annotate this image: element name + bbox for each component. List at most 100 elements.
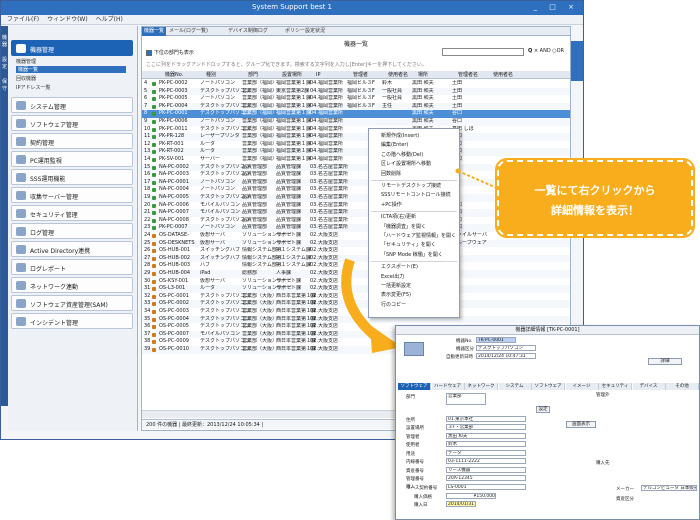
context-menu-item[interactable]: 「ハードウェア監視情報」を開く	[381, 232, 456, 239]
display-button[interactable]: 画面表示	[566, 421, 596, 428]
column-header[interactable]: 機器No.	[165, 71, 183, 78]
detail-field-value[interactable]: データ	[446, 449, 526, 456]
table-row[interactable]: 8 PK-PC-0001 デスクトップパソコン 営業部（福岡） 福岡営業第１課 04.福岡…	[142, 110, 570, 118]
column-header[interactable]: 管理者名	[458, 71, 478, 78]
sub-item-1[interactable]: 回収機器	[16, 75, 36, 82]
sidebar-item-11[interactable]: ネットワーク連動	[11, 277, 133, 293]
sidebar-item-7[interactable]: セキュリティ管理	[11, 205, 133, 221]
context-menu-item[interactable]: 区レイ設置場所へ移動	[381, 160, 431, 167]
context-menu-item[interactable]: リモートデスクトップ接続	[381, 182, 441, 189]
sidebar-item-3[interactable]: 契約管理	[11, 133, 133, 149]
tab-device-control-log[interactable]: デバイス制御ログ	[226, 27, 282, 36]
detail-field-value[interactable]: 鈴木	[446, 441, 526, 447]
column-header[interactable]: 使用者名	[493, 71, 513, 78]
sidebar-item-9[interactable]: Active Directory連携	[11, 241, 133, 257]
device-no-field[interactable]: TK-PC-0001	[476, 337, 516, 343]
sidebar-item-12[interactable]: ソフトウェア資産管理(SAM)	[11, 295, 133, 311]
column-header[interactable]: 管理者	[353, 71, 368, 78]
tab-policy-status[interactable]: ポリシー設定状況	[283, 27, 343, 36]
table-cell: 37	[144, 330, 151, 337]
menu-help[interactable]: ヘルプ(H)	[96, 16, 123, 23]
detail-tab-5[interactable]: イメージ	[565, 383, 599, 390]
sidebar-item-5[interactable]: SSS運用機能	[11, 169, 133, 185]
detail-tab-6[interactable]: セキュリティ	[599, 383, 632, 390]
sub-item-2[interactable]: IPアドレス一覧	[16, 84, 51, 91]
detail-tab-7[interactable]: デバイス	[632, 383, 666, 390]
detail-tab-1[interactable]: ハードウェア	[431, 383, 465, 390]
detail-button[interactable]: 詳細	[648, 358, 682, 365]
context-menu-item[interactable]: 新規作成(Insert)	[381, 132, 419, 139]
column-header[interactable]: 種別	[206, 71, 216, 78]
search-mode[interactable]: AND ○OR	[540, 48, 564, 54]
column-header[interactable]: 場所	[418, 71, 428, 78]
table-cell: 04.福岡営業所	[310, 102, 343, 109]
vtab-devices[interactable]: 機器	[1, 34, 8, 48]
context-menu-item[interactable]: 編集(Enter)	[381, 141, 408, 148]
sub-item-0[interactable]: 機器一覧	[16, 66, 126, 73]
detail-tab-2[interactable]: ネットワーク	[465, 383, 498, 390]
search-icon[interactable]: Q	[528, 48, 532, 54]
price-field[interactable]: ¥150,000	[446, 493, 496, 499]
detail-field-value[interactable]: LS-0001	[446, 483, 526, 490]
table-row[interactable]: 4 PK-PC-0002 ノートパソコン 営業部（福岡） 福岡営業第１課 04.福岡営業所…	[142, 80, 570, 88]
menu-file[interactable]: ファイル(F)	[7, 16, 39, 23]
window-controls[interactable]: _ □ ×	[534, 3, 579, 11]
sidebar-item-0[interactable]: 機器管理	[11, 40, 133, 56]
column-header[interactable]: 使用者名	[388, 71, 408, 78]
table-row[interactable]: 25 OS-DESKNETS 仮想サーバ ソリューションサービ サポート課 02.大阪支店…	[142, 239, 570, 248]
detail-field-value[interactable]: ３F・営業部	[446, 424, 526, 430]
context-menu-item[interactable]: この階へ移動(Del)	[381, 151, 423, 158]
type-field[interactable]: デスクトップパソコン	[476, 345, 536, 351]
table-cell: 11	[144, 133, 151, 140]
column-header[interactable]: 設置場所	[282, 71, 302, 78]
tab-mail-log[interactable]: メール(ログ一覧)	[167, 27, 225, 36]
table-row[interactable]: 7 PK-PC-0004 デスクトップパソコン 営業部（福岡） 福岡営業第１課 04.福岡…	[142, 102, 570, 111]
vtab-maintenance[interactable]: 保守	[1, 78, 8, 92]
right-side-tab[interactable]	[571, 41, 583, 81]
clear-icon[interactable]: ×	[534, 48, 538, 54]
tab-device-list[interactable]: 機器一覧	[142, 27, 166, 36]
table-row[interactable]: 11 PK-PR-128 レーザープリンタ 営業部（福岡） 福岡営業第１課 04.福岡営業…	[142, 133, 570, 141]
table-row[interactable]: 26 OS-HUB-001 スイッチングハブ 情報システム部（ 第１システム課 02.大阪…	[142, 247, 570, 255]
sidebar-item-2[interactable]: ソフトウェア管理	[11, 115, 133, 131]
column-header[interactable]: IP	[316, 71, 321, 78]
detail-field-value[interactable]: 営業部	[446, 393, 486, 405]
detail-tab-4[interactable]: ソフトウェア	[532, 383, 565, 390]
column-header[interactable]: 部門	[248, 71, 258, 78]
detail-tab-3[interactable]: システム	[498, 383, 532, 390]
table-row[interactable]: 9 PK-PC-0006 ノートパソコン 営業部（福岡） 福岡営業第１課 04.福岡営業所…	[142, 118, 570, 126]
subdept-checkbox[interactable]	[146, 49, 152, 56]
sidebar-item-13[interactable]: インシデント管理	[11, 313, 133, 329]
sidebar-item-4[interactable]: PC運用監視	[11, 151, 133, 167]
context-menu-item[interactable]: +PC操作	[381, 201, 402, 208]
context-menu-item[interactable]: 「セキュリティ」を開く	[381, 241, 436, 248]
context-menu-item[interactable]: 「機器調査」を開く	[381, 223, 426, 230]
menu-window[interactable]: ウィンドウ(W)	[47, 16, 88, 23]
context-menu-item[interactable]: SSSリモートコントロール接続	[381, 191, 451, 198]
search-input[interactable]	[442, 48, 524, 56]
detail-field-value[interactable]: 黒田 和夫	[446, 432, 526, 439]
sidebar-item-10[interactable]: ログレポート	[11, 259, 133, 275]
sidebar-item-1[interactable]: システム管理	[11, 97, 133, 113]
detail-tab-8[interactable]: その他	[666, 383, 699, 390]
context-menu-item[interactable]: ICTA項(右)更新	[381, 213, 416, 220]
vtab-settings[interactable]: 設定	[1, 56, 8, 70]
context-menu-item[interactable]: 回数削除	[381, 170, 401, 177]
table-row[interactable]: 12PK-RT-001ルータ営業部（福岡）福岡営業第１課04.福岡営業所黒田 和…	[142, 141, 570, 149]
table-row[interactable]: 10 PK-PC-0011 デスクトップパソコン 営業部（福岡） 福岡営業第１課 04.福…	[142, 126, 570, 134]
detail-field-value[interactable]: 03-1111-2222	[446, 458, 526, 464]
sidebar-item-8[interactable]: ログ管理	[11, 223, 133, 239]
detail-field-value[interactable]: リース機器	[446, 466, 526, 473]
table-row[interactable]: 5 PK-PC-0003 デスクトップパソコン 営業部（福岡） 東京営業第2課 04.福岡…	[142, 87, 570, 96]
table-cell: 27	[144, 254, 151, 261]
detail-field-value[interactable]: 20A-12345	[446, 475, 526, 481]
detail-field-value[interactable]: 01.東京本社	[446, 415, 526, 422]
date2-field[interactable]: 2014/01/31	[446, 501, 476, 507]
maker-field[interactable]: デルコンピュータ 日本販売	[641, 485, 697, 491]
detail-tab-0[interactable]: ソフトウェア	[398, 383, 431, 390]
setting-button[interactable]: 設定	[536, 406, 550, 413]
date-field[interactable]: 2014/12/24 10:47:31	[476, 353, 536, 359]
table-row[interactable]: 13PK-RT-002ルータ営業部（福岡）福岡営業第１課04.福岡営業所黒田 和…	[142, 148, 570, 156]
table-row[interactable]: 6 PK-PC-0005 ノートパソコン 営業部（福岡） 福岡営業第１課 04.福岡営業所…	[142, 95, 570, 103]
sidebar-item-6[interactable]: 収集サーバー管理	[11, 187, 133, 203]
